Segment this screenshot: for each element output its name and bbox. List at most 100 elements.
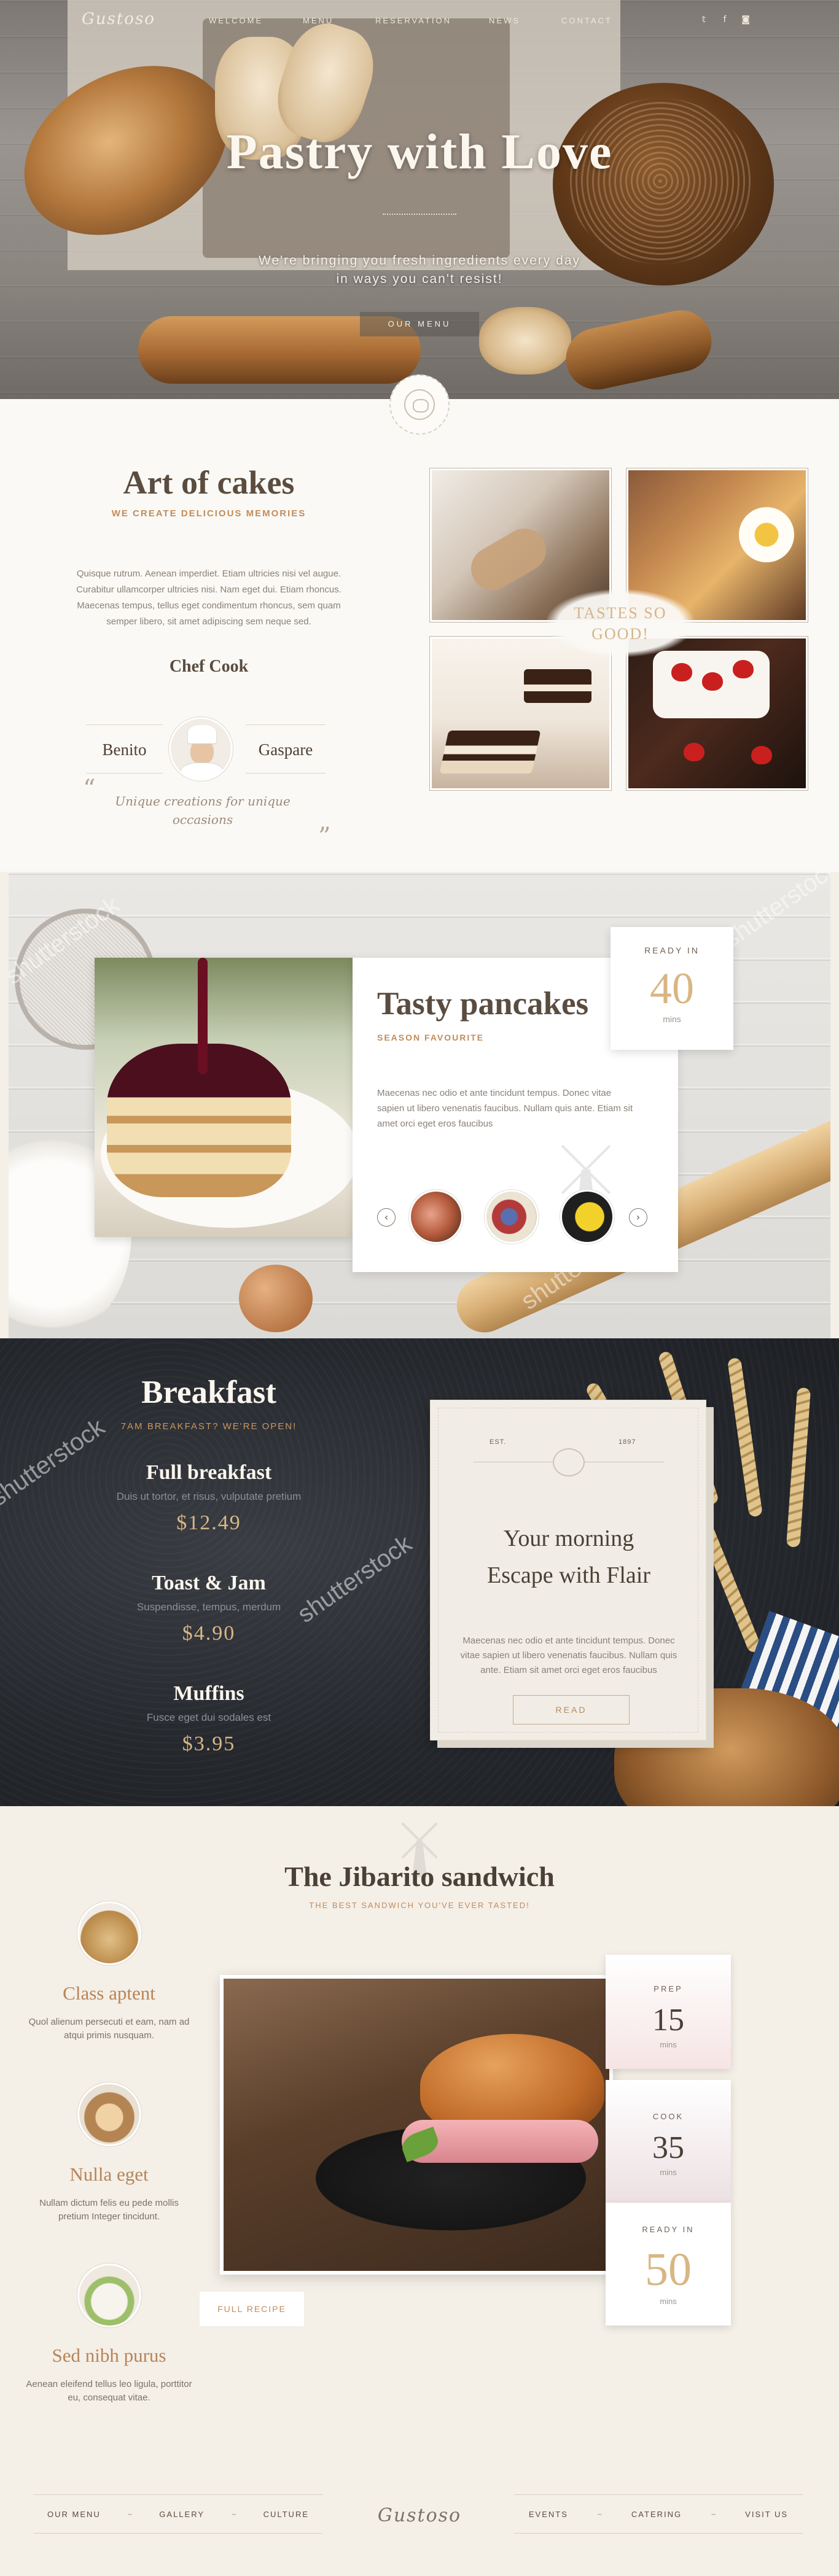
bread-emblem-icon — [553, 1448, 585, 1476]
timer-label: PREP — [654, 1984, 683, 1993]
timer-unit: mins — [660, 2040, 677, 2049]
chef-quote: Unique creations for unique occasions — [115, 794, 291, 827]
nav-item-contact[interactable]: Contact — [561, 16, 612, 25]
chef-name-right: Gaspare — [246, 724, 326, 774]
recipe-kicker: SEASON FAVOURITE — [377, 1033, 485, 1042]
bread-emblem-icon — [389, 374, 450, 435]
footer-link-visit-us[interactable]: VISIT US — [745, 2510, 788, 2519]
chef-name-left: Benito — [86, 724, 163, 774]
ready-label: READY IN — [644, 945, 700, 955]
grain-icon — [77, 1901, 141, 1965]
footer-separator: ~ — [711, 2509, 716, 2519]
footer-link-events[interactable]: EVENTS — [529, 2510, 568, 2519]
timer-value: 15 — [652, 2003, 684, 2038]
footer-link-catering[interactable]: CATERING — [631, 2510, 682, 2519]
footer-separator: ~ — [232, 2509, 236, 2519]
ready-in-badge: READY IN 40 mins — [611, 927, 733, 1050]
timer-label: COOK — [652, 2112, 684, 2121]
hero-subtitle: We're bringing you fresh ingredients eve… — [235, 252, 604, 289]
tastes-so-good-label: TASTES SO GOOD! — [547, 589, 694, 657]
feature-text: Aenean eleifend tellus leo ligula, portt… — [26, 2379, 192, 2403]
bread-crumbs-image — [479, 307, 571, 374]
eggs-icon — [77, 2082, 141, 2146]
nav-item-reservation[interactable]: Reservation — [375, 16, 489, 25]
about-section: Art of cakes WE CREATE DELICIOUS MEMORIE… — [0, 399, 839, 872]
menu-item: Full breakfast Duis ut tortor, et risus,… — [61, 1461, 356, 1535]
instagram-icon[interactable]: ◙ — [740, 15, 751, 25]
sandwich-photo — [220, 1975, 613, 2275]
prep-time-badge: PREP 15 mins — [606, 1955, 731, 2069]
hero-subtitle-line: We're bringing you fresh ingredients eve… — [258, 254, 581, 268]
menu-item-name: Toast & Jam — [152, 1572, 266, 1594]
menu-item-price: $4.90 — [182, 1622, 236, 1645]
ready-unit: mins — [663, 1014, 681, 1024]
social-links: 𝕥 f ◙ — [698, 15, 751, 25]
hero-title: Pastry with Love — [226, 123, 613, 179]
feature-item: Nulla eget Nullam dictum felis eu pede m… — [25, 2082, 193, 2224]
footer-link-gallery[interactable]: GALLERY — [159, 2510, 205, 2519]
facebook-icon[interactable]: f — [719, 15, 730, 25]
nav-item-menu[interactable]: Menu — [303, 16, 375, 25]
chef-heading: Chef Cook — [169, 657, 249, 676]
escape-card: EST. 1897 Your morning Escape with Flair… — [430, 1400, 706, 1740]
footer-separator: ~ — [597, 2509, 603, 2519]
twitter-icon[interactable]: 𝕥 — [698, 15, 709, 25]
feature-text: Nullam dictum felis eu pede mollis preti… — [39, 2198, 179, 2222]
onion-icon — [77, 2264, 141, 2327]
quote-open-icon: “ — [83, 775, 96, 803]
feature-text: Quol alienum persecuti et eam, nam ad at… — [28, 2017, 190, 2041]
menu-item-name: Muffins — [173, 1682, 244, 1705]
carousel-thumb[interactable] — [485, 1190, 539, 1244]
carousel-thumb[interactable] — [409, 1190, 463, 1244]
tastes-line: TASTES SO — [574, 604, 667, 622]
cook-time-badge: COOK 35 mins — [606, 2080, 731, 2203]
main-nav: Welcome Menu Reservation News Contact — [209, 16, 612, 25]
chocolate-cake-photo[interactable] — [430, 637, 611, 790]
feature-title: Sed nibh purus — [52, 2345, 166, 2366]
sandwich-title: The Jibarito sandwich — [284, 1861, 555, 1892]
pancakes-photo — [95, 958, 359, 1237]
read-button[interactable]: READ — [513, 1695, 630, 1724]
timer-label: READY IN — [642, 2225, 695, 2234]
menu-item-desc: Suspendisse, tempus, merdum — [136, 1601, 281, 1613]
site-logo[interactable]: Gustoso — [82, 10, 155, 28]
nav-item-welcome[interactable]: Welcome — [209, 16, 303, 25]
pancakes-section: shutterstock shutterstock shutterstock T… — [9, 872, 830, 1338]
ready-time-badge: READY IN 50 mins — [606, 2203, 731, 2326]
our-menu-button[interactable]: OUR MENU — [360, 312, 479, 336]
menu-item-name: Full breakfast — [146, 1461, 272, 1484]
full-recipe-button[interactable]: FULL RECIPE — [200, 2292, 304, 2326]
carousel-prev-button[interactable]: ‹ — [377, 1208, 396, 1227]
recipe-title: Tasty pancakes — [377, 986, 589, 1022]
breakfast-kicker: 7AM BREAKFAST? WE'RE OPEN! — [120, 1421, 297, 1432]
timer-unit: mins — [660, 2297, 677, 2306]
section-title: Art of cakes — [123, 464, 295, 501]
egg-image — [239, 1265, 313, 1332]
top-navigation: Gustoso Welcome Menu Reservation News Co… — [0, 0, 839, 42]
strawberry-dessert-photo[interactable] — [626, 637, 808, 790]
footer-link-our-menu[interactable]: OUR MENU — [47, 2510, 101, 2519]
timer-value: 35 — [652, 2130, 684, 2165]
breakfast-section: shutterstock shutterstock Breakfast 7AM … — [0, 1338, 839, 1806]
carousel-thumb[interactable] — [560, 1190, 614, 1244]
timer-value: 50 — [645, 2244, 692, 2295]
about-text: Quisque rutrum. Aenean imperdiet. Etiam … — [76, 568, 341, 627]
timer-unit: mins — [660, 2168, 677, 2177]
feature-item: Class aptent Quol alienum persecuti et e… — [25, 1901, 193, 2043]
feature-title: Nulla eget — [69, 2163, 149, 2185]
footer-nav-left: OUR MENU ~ GALLERY ~ CULTURE — [34, 2494, 322, 2534]
footer-separator: ~ — [127, 2509, 133, 2519]
hero-subtitle-line: in ways you can't resist! — [336, 272, 503, 286]
est-year: 1897 — [619, 1438, 636, 1446]
breakfast-title: Breakfast — [141, 1375, 276, 1410]
footer-link-culture[interactable]: CULTURE — [263, 2510, 309, 2519]
quote-close-icon: ” — [318, 823, 331, 851]
carousel-next-button[interactable]: › — [629, 1208, 647, 1227]
menu-item-price: $12.49 — [176, 1511, 241, 1534]
footer-logo[interactable]: Gustoso — [344, 2505, 495, 2526]
card-title-line: Your morning — [503, 1526, 634, 1551]
ready-minutes: 40 — [650, 964, 694, 1013]
hero-divider — [383, 214, 456, 215]
tastes-line: GOOD! — [591, 625, 649, 643]
nav-item-news[interactable]: News — [489, 16, 561, 25]
